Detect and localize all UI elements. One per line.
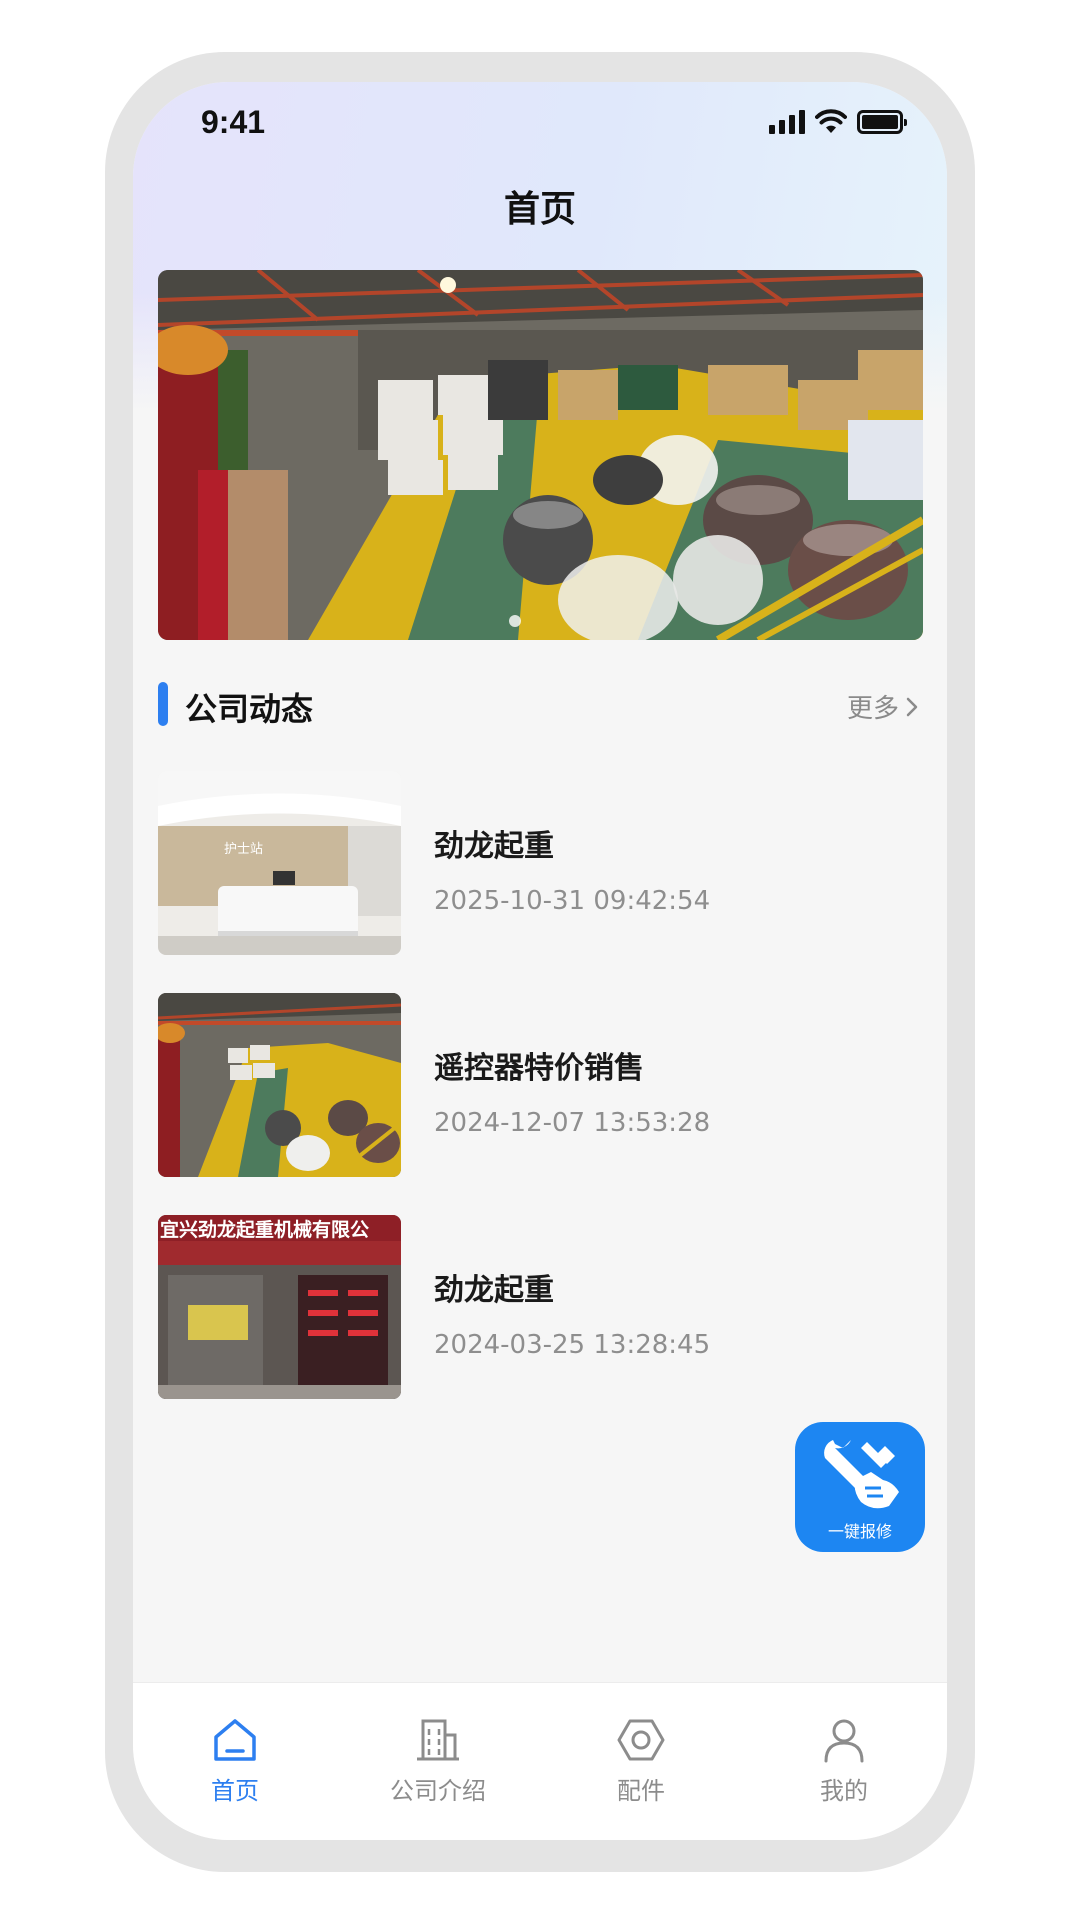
news-title: 劲龙起重 [434,829,554,864]
one-click-repair-button[interactable]: 一键报修 [795,1422,925,1552]
storefront-sign-text: 宜兴劲龙起重机械有限公 [160,1218,369,1241]
tab-label: 配件 [617,1777,665,1805]
repair-wrench-icon [824,1440,899,1509]
carousel-indicator-dot[interactable] [509,615,521,627]
more-link[interactable]: 更多 [847,688,919,725]
news-time: 2024-12-07 13:53:28 [434,1108,711,1138]
wifi-icon [815,109,847,133]
status-time: 9:41 [201,104,266,140]
tab-label: 首页 [211,1777,259,1805]
battery-icon [857,110,907,134]
banner-image [158,270,923,640]
bottom-tab-bar: 首页 公司介绍 配件 我的 [133,1682,947,1840]
news-thumbnail [158,993,401,1177]
tab-company-intro[interactable]: 公司介绍 [368,1717,508,1806]
news-list-item[interactable]: 遥控器特价销售 2024-12-07 13:53:28 [158,993,923,1177]
news-list-item[interactable]: 宜兴劲龙起重机械有限公 劲龙起重 2024-03-25 13:28:45 [158,1215,923,1399]
repair-label: 一键报修 [827,1522,892,1541]
news-thumbnail: 护士站 [158,771,401,955]
company-news-header: 公司动态 更多 [158,682,923,728]
tab-mine[interactable]: 我的 [774,1717,914,1806]
status-bar: 9:41 [133,82,947,162]
news-time: 2024-03-25 13:28:45 [434,1330,711,1360]
status-icons [769,104,907,140]
news-list-item[interactable]: 护士站 劲龙起重 2025-10-31 09:42:54 [158,771,923,955]
banner-carousel[interactable] [158,270,923,640]
tab-label: 我的 [820,1777,868,1805]
section-title: 公司动态 [185,690,314,728]
tab-parts[interactable]: 配件 [571,1717,711,1806]
tab-label: 公司介绍 [390,1777,486,1805]
news-title: 劲龙起重 [434,1273,554,1308]
page-title: 首页 [503,189,576,230]
app-screen: 9:41 首页 公司动态 更多 护士站 劲龙起重 2025-10-31 09:4… [133,82,947,1840]
reception-sign-text: 护士站 [224,842,263,857]
more-label: 更多 [846,694,899,724]
section-accent-bar [158,682,168,726]
building-icon [417,1719,459,1761]
news-title: 遥控器特价销售 [434,1051,644,1086]
news-thumbnail: 宜兴劲龙起重机械有限公 [158,1215,401,1399]
user-icon [824,1719,864,1763]
tab-home[interactable]: 首页 [165,1717,305,1806]
cellular-signal-icon [769,110,805,134]
chevron-right-icon [906,697,918,716]
news-time: 2025-10-31 09:42:54 [434,886,711,916]
nut-icon [617,1719,665,1761]
home-icon [214,1719,256,1761]
